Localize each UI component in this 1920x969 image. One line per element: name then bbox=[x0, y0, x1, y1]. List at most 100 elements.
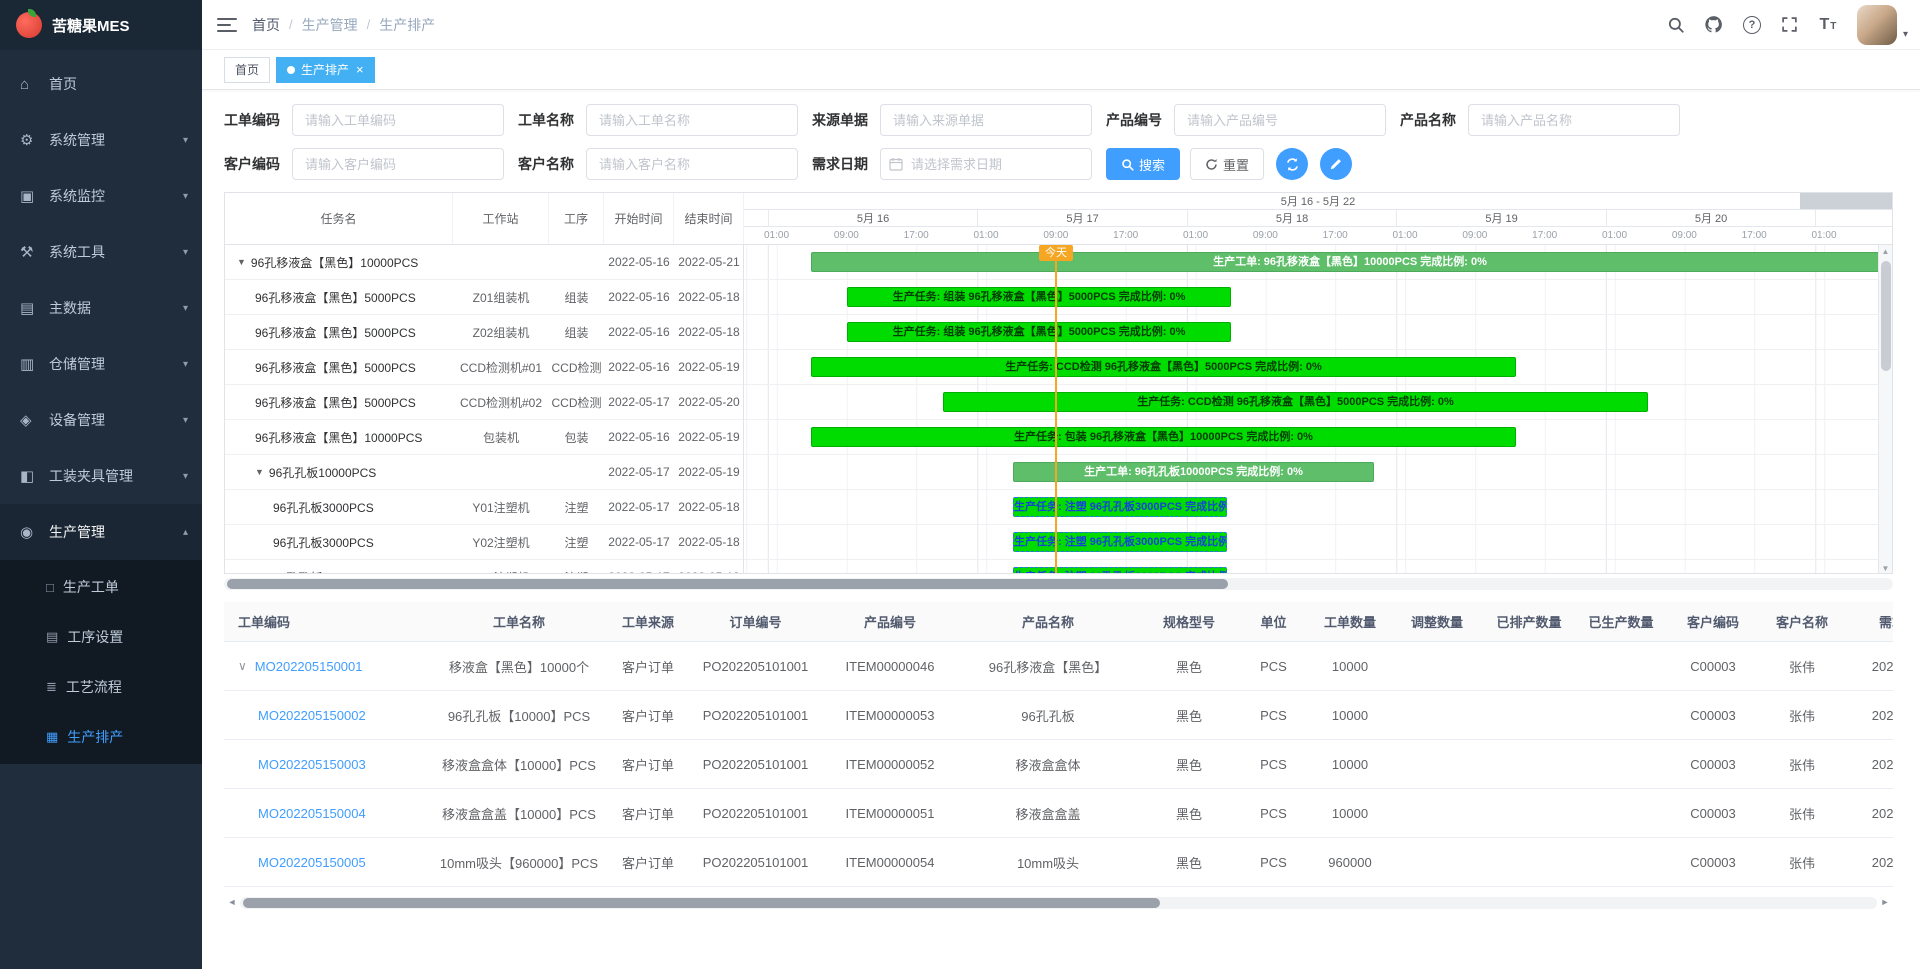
task-name-cell: 96孔孔板3000PCS bbox=[225, 569, 453, 575]
table-cell: 客户订单 bbox=[609, 740, 687, 788]
table-cell bbox=[1575, 740, 1667, 788]
tree-caret-icon[interactable]: ▼ bbox=[255, 467, 264, 477]
search-button[interactable]: 搜索 bbox=[1106, 148, 1180, 180]
user-avatar[interactable] bbox=[1857, 5, 1897, 45]
gantt-table-row[interactable]: 96孔移液盒【黑色】5000PCSCCD检测机#01CCD检测2022-05-1… bbox=[225, 350, 743, 385]
gantt-table-row[interactable]: 96孔移液盒【黑色】10000PCS包装机包装2022-05-162022-05… bbox=[225, 420, 743, 455]
scroll-up-icon[interactable]: ▲ bbox=[1882, 247, 1890, 256]
sidebar-item-6[interactable]: ◈设备管理▾ bbox=[0, 392, 202, 448]
sidebar-item-2[interactable]: ▣系统监控▾ bbox=[0, 168, 202, 224]
sidebar-item-4[interactable]: ▤主数据▾ bbox=[0, 280, 202, 336]
tree-caret-icon[interactable]: ▼ bbox=[237, 257, 246, 267]
search-icon[interactable] bbox=[1659, 5, 1693, 45]
gantt-bar[interactable]: 生产任务: 注塑 96孔孔板3000PCS 完成比例: 0% bbox=[1013, 532, 1227, 552]
breadcrumb-schedule[interactable]: 生产排产 bbox=[379, 15, 435, 35]
scroll-left-icon[interactable]: ◄ bbox=[224, 896, 240, 909]
filter-r1-input-1[interactable] bbox=[586, 104, 798, 136]
gantt-table-row[interactable]: 96孔孔板3000PCSY03注塑机注塑2022-05-172022-05-18 bbox=[225, 560, 743, 574]
sidebar-item-0[interactable]: ⌂首页 bbox=[0, 56, 202, 112]
help-icon[interactable]: ? bbox=[1735, 5, 1769, 45]
table-row[interactable]: MO20220515000296孔孔板【10000】PCS客户订单PO20220… bbox=[224, 691, 1893, 740]
hamburger-icon[interactable] bbox=[202, 0, 252, 49]
sidebar-item-3[interactable]: ⚒系统工具▾ bbox=[0, 224, 202, 280]
workorder-code-link[interactable]: MO202205150004 bbox=[258, 806, 366, 821]
gantt-bar[interactable]: 生产任务: 包装 96孔移液盒【黑色】10000PCS 完成比例: 0% bbox=[811, 427, 1516, 447]
workorder-code-link[interactable]: MO202205150003 bbox=[258, 757, 366, 772]
fullscreen-icon[interactable] bbox=[1773, 5, 1807, 45]
filter-r1-input-3[interactable] bbox=[1174, 104, 1386, 136]
reset-button[interactable]: 重置 bbox=[1190, 148, 1264, 180]
sidebar-subitem-2[interactable]: ≣工艺流程 bbox=[0, 662, 202, 712]
gantt-bar[interactable]: 生产任务: 组装 96孔移液盒【黑色】5000PCS 完成比例: 0% bbox=[847, 322, 1231, 342]
table-cell: 张伟 bbox=[1759, 740, 1845, 788]
gantt-bar[interactable]: 生产任务: 注塑 96孔孔板3000PCS 完成比例: 0% bbox=[1013, 497, 1227, 517]
table-horizontal-scrollbar[interactable]: ◄ ► bbox=[224, 896, 1893, 909]
table-row[interactable]: MO20220515000510mm吸头【960000】PCS客户订单PO202… bbox=[224, 838, 1893, 887]
task-name: 96孔移液盒【黑色】5000PCS bbox=[255, 324, 416, 341]
sidebar-subitem-3[interactable]: ▦生产排产 bbox=[0, 712, 202, 762]
refresh-circle-button[interactable] bbox=[1276, 148, 1308, 180]
filter-r2-input-1[interactable] bbox=[586, 148, 798, 180]
edit-circle-button[interactable] bbox=[1320, 148, 1352, 180]
tab-production-schedule[interactable]: 生产排产 × bbox=[276, 57, 375, 83]
font-size-icon[interactable]: TT bbox=[1811, 5, 1845, 45]
table-scroll-track[interactable] bbox=[240, 897, 1877, 909]
breadcrumb-home[interactable]: 首页 bbox=[252, 15, 280, 35]
gantt-bar[interactable]: 生产任务: CCD检测 96孔移液盒【黑色】5000PCS 完成比例: 0% bbox=[943, 392, 1648, 412]
table-hscroll-thumb[interactable] bbox=[243, 898, 1160, 908]
gantt-bar[interactable]: 生产工单: 96孔移液盒【黑色】10000PCS 完成比例: 0% bbox=[811, 252, 1889, 272]
gantt-horizontal-scrollbar[interactable] bbox=[224, 578, 1893, 590]
workorder-code-link[interactable]: MO202205150005 bbox=[258, 855, 366, 870]
gantt-bar[interactable]: 生产任务: 组装 96孔移液盒【黑色】5000PCS 完成比例: 0% bbox=[847, 287, 1231, 307]
filter-r1-input-4[interactable] bbox=[1468, 104, 1680, 136]
gantt-bar[interactable]: 生产任务: CCD检测 96孔移液盒【黑色】5000PCS 完成比例: 0% bbox=[811, 357, 1516, 377]
sidebar-item-label: 系统监控 bbox=[49, 186, 183, 206]
gantt-vertical-scrollbar[interactable]: ▲ ▼ bbox=[1878, 245, 1892, 574]
gantt-table-row[interactable]: 96孔孔板3000PCSY02注塑机注塑2022-05-172022-05-18 bbox=[225, 525, 743, 560]
table-cell: 移液盒【黑色】10000个 bbox=[429, 642, 609, 690]
sidebar-item-1[interactable]: ⚙系统管理▾ bbox=[0, 112, 202, 168]
tab-close-icon[interactable]: × bbox=[356, 63, 364, 76]
gantt-cell: 2022-05-16 bbox=[604, 325, 674, 339]
sidebar-menu: ⌂首页⚙系统管理▾▣系统监控▾⚒系统工具▾▤主数据▾▥仓储管理▾◈设备管理▾◧工… bbox=[0, 50, 202, 560]
gantt-table-row[interactable]: 96孔孔板3000PCSY01注塑机注塑2022-05-172022-05-18 bbox=[225, 490, 743, 525]
table-cell: 张伟 bbox=[1759, 642, 1845, 690]
tab-home[interactable]: 首页 bbox=[224, 57, 270, 83]
workorder-code-link[interactable]: MO202205150001 bbox=[255, 659, 363, 674]
today-marker-line bbox=[1055, 245, 1057, 574]
gantt-table-row[interactable]: 96孔移液盒【黑色】5000PCSZ02组装机组装2022-05-162022-… bbox=[225, 315, 743, 350]
sidebar-item-5[interactable]: ▥仓储管理▾ bbox=[0, 336, 202, 392]
sidebar-subitem-1[interactable]: ▤工序设置 bbox=[0, 612, 202, 662]
filter-r2-input-0[interactable] bbox=[292, 148, 504, 180]
table-row[interactable]: ∨MO202205150001移液盒【黑色】10000个客户订单PO202205… bbox=[224, 642, 1893, 691]
scroll-right-icon[interactable]: ► bbox=[1877, 896, 1893, 909]
expand-caret-icon[interactable]: ∨ bbox=[238, 659, 247, 673]
table-row[interactable]: MO202205150003移液盒盒体【10000】PCS客户订单PO20220… bbox=[224, 740, 1893, 789]
workorder-code-link[interactable]: MO202205150002 bbox=[258, 708, 366, 723]
filter-r1-input-0[interactable] bbox=[292, 104, 504, 136]
table-row[interactable]: MO202205150004移液盒盒盖【10000】PCS客户订单PO20220… bbox=[224, 789, 1893, 838]
table-col-8: 工单数量 bbox=[1309, 602, 1391, 641]
page-content: 工单编码工单名称来源单据产品编号产品名称 客户编码客户名称需求日期 搜索 重置 bbox=[202, 90, 1920, 969]
sidebar-item-7[interactable]: ◧工装夹具管理▾ bbox=[0, 448, 202, 504]
sidebar-subitem-0[interactable]: □生产工单 bbox=[0, 562, 202, 612]
demand-date-input[interactable] bbox=[880, 148, 1092, 180]
breadcrumb-production[interactable]: 生产管理 bbox=[302, 15, 358, 35]
github-icon[interactable] bbox=[1697, 5, 1731, 45]
table-cell: 10000 bbox=[1309, 691, 1391, 739]
gantt-cell: 组装 bbox=[549, 324, 604, 341]
task-name-cell: 96孔移液盒【黑色】5000PCS bbox=[225, 289, 453, 306]
gantt-bar[interactable]: 生产工单: 96孔孔板10000PCS 完成比例: 0% bbox=[1013, 462, 1374, 482]
gantt-vscroll-thumb[interactable] bbox=[1881, 261, 1891, 371]
gantt-table-row[interactable]: ▼96孔移液盒【黑色】10000PCS2022-05-162022-05-21 bbox=[225, 245, 743, 280]
gantt-bar[interactable]: 生产任务: 注塑 96孔孔板3000PCS 完成比例: 0% bbox=[1013, 567, 1227, 574]
filter-r1-input-2[interactable] bbox=[880, 104, 1092, 136]
scroll-down-icon[interactable]: ▼ bbox=[1882, 564, 1890, 573]
gantt-table-row[interactable]: 96孔移液盒【黑色】5000PCSCCD检测机#02CCD检测2022-05-1… bbox=[225, 385, 743, 420]
gantt-table-row[interactable]: 96孔移液盒【黑色】5000PCSZ01组装机组装2022-05-162022-… bbox=[225, 280, 743, 315]
gantt-table-row[interactable]: ▼96孔孔板10000PCS2022-05-172022-05-19 bbox=[225, 455, 743, 490]
monitor-icon: ▣ bbox=[20, 187, 42, 205]
gantt-hscroll-thumb[interactable] bbox=[227, 579, 1228, 589]
sidebar-item-8[interactable]: ◉生产管理▴ bbox=[0, 504, 202, 560]
filter-row-1: 工单编码工单名称来源单据产品编号产品名称 bbox=[224, 104, 1893, 136]
